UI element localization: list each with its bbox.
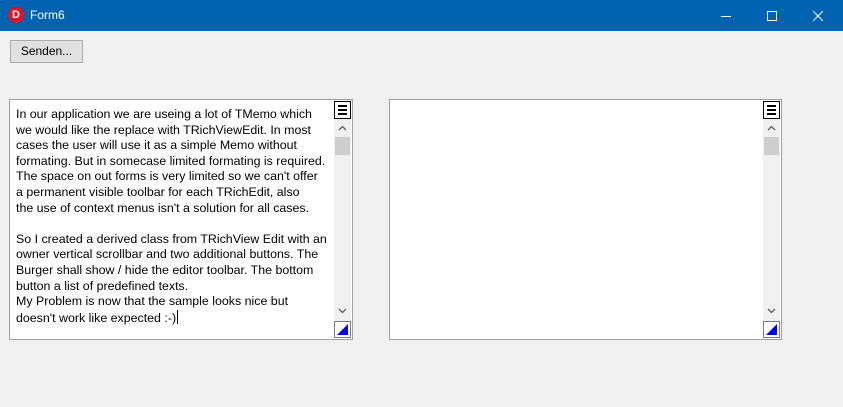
text-line [16,216,332,232]
text-line: The space on out forms is very limited s… [16,169,318,184]
predefined-texts-button[interactable] [334,321,351,338]
title-bar: D Form6 [0,0,843,31]
scroll-up-button[interactable] [763,121,780,135]
text-caret [177,309,179,324]
chevron-down-icon [338,308,347,314]
scroll-down-button[interactable] [763,304,780,318]
rich-edit-left-text[interactable]: In our application we are useing a lot o… [16,107,332,335]
close-icon [813,10,823,21]
text-line: the use of context menus isn't a solutio… [16,200,310,215]
rich-edit-left[interactable]: In our application we are useing a lot o… [9,99,353,340]
text-line: owner vertical scrollbar and two additio… [16,247,319,262]
scroll-down-button[interactable] [334,304,351,318]
burger-toolbar-button[interactable] [334,101,351,119]
app-icon: D [8,7,24,23]
text-line: My Problem is now that the sample looks … [16,294,289,309]
text-line: cases the user will use it as a simple M… [16,138,297,153]
text-line: a permanent visible toolbar for each TRi… [16,184,300,199]
scroll-thumb[interactable] [764,137,779,155]
text-line: formating. But in somecase limited forma… [16,153,326,168]
text-line: In our application we are useing a lot o… [16,107,312,121]
text-line: doesn't work like expected :-) [16,309,179,325]
close-button[interactable] [795,0,841,31]
burger-icon [338,105,347,107]
minimize-button[interactable] [703,0,749,31]
text-line: button a list of predefined texts. [16,278,189,293]
rich-edit-right-scrollbar[interactable] [763,101,780,338]
burger-toolbar-button[interactable] [763,101,780,119]
text-line: So I created a derived class from TRichV… [16,231,327,246]
maximize-icon [767,10,777,21]
corner-triangle-icon [337,324,348,335]
corner-triangle-icon [766,324,777,335]
minimize-icon [721,15,731,17]
send-button[interactable]: Senden... [10,40,83,63]
maximize-button[interactable] [749,0,795,31]
chevron-up-icon [767,125,776,131]
text-line: we would like the replace with TRichView… [16,122,311,137]
chevron-up-icon [338,125,347,131]
text-line: Burger shall show / hide the editor tool… [16,262,314,277]
chevron-down-icon [767,308,776,314]
rich-edit-right[interactable] [389,99,782,340]
scroll-up-button[interactable] [334,121,351,135]
rich-edit-right-text[interactable] [396,107,761,335]
scroll-thumb[interactable] [335,137,350,155]
window-title: Form6 [30,8,65,22]
burger-icon [767,105,776,107]
predefined-texts-button[interactable] [763,321,780,338]
rich-edit-left-scrollbar[interactable] [334,101,351,338]
